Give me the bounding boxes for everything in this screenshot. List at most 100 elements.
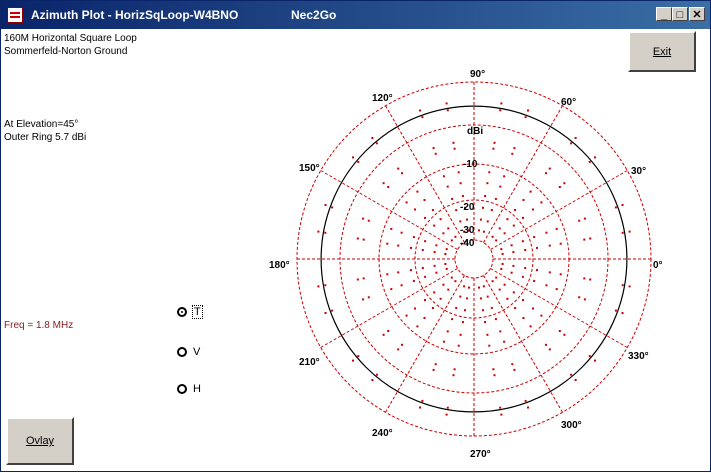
grid-dot (461, 321, 464, 323)
grid-dot (533, 236, 536, 239)
grid-dot (375, 142, 378, 145)
grid-dot (457, 171, 460, 174)
grid-dot (545, 284, 548, 287)
angle-label-120: 120° (372, 93, 393, 104)
grid-dot (397, 244, 400, 247)
grid-dot (527, 406, 529, 409)
main-window: Azimuth Plot - HorizSqLoop-W4BNO Nec2Go … (0, 0, 711, 472)
grid-dot (461, 195, 464, 197)
grid-dot (387, 330, 390, 332)
grid-dot (512, 291, 515, 294)
grid-dot (524, 116, 527, 119)
grid-dot (529, 190, 532, 193)
grid-dot (494, 318, 497, 321)
grid-dot (400, 231, 403, 234)
grid-dot (357, 355, 360, 358)
grid-dot (540, 314, 543, 317)
grid-dot (478, 286, 480, 289)
grid-dot (446, 406, 449, 409)
grid-dot (490, 209, 493, 212)
grid-dot (466, 297, 469, 300)
grid-dot (371, 137, 374, 139)
grid-dot (331, 206, 334, 209)
grid-dot (500, 248, 503, 251)
grid-dot (558, 186, 561, 188)
grid-dot (434, 152, 437, 155)
grid-dot (498, 227, 501, 230)
grid-dot (400, 284, 403, 287)
grid-dot (454, 235, 457, 238)
grid-dot (501, 263, 504, 265)
grid-dot (533, 279, 536, 282)
grid-dot (433, 264, 436, 267)
grid-dot (486, 333, 489, 336)
grid-dot (512, 264, 515, 267)
grid-dot (421, 399, 424, 402)
grid-dot (459, 220, 462, 223)
grid-dot (317, 230, 320, 233)
grid-dot (452, 374, 455, 377)
angle-labels: 0° 30° 60° 90° 120° 150° 180° 210° 240° 270° 300° 3… (269, 69, 663, 460)
grid-dot (510, 244, 513, 247)
grid-dot (500, 102, 503, 105)
grid-dot (412, 279, 415, 282)
grid-dot (545, 343, 547, 346)
grid-dot (432, 147, 435, 150)
grid-dot (511, 152, 514, 155)
grid-dot (452, 141, 455, 144)
grid-dot (362, 277, 365, 280)
grid-dot (414, 307, 416, 310)
grid-dot (583, 238, 586, 241)
grid-dot (416, 325, 419, 328)
grid-dot (423, 199, 426, 201)
grid-dot (382, 333, 385, 336)
grid-dot (490, 306, 493, 309)
pattern-trace (320, 105, 628, 413)
grid-dot (514, 307, 517, 309)
grid-dot (435, 244, 438, 247)
grid-dot (621, 284, 624, 287)
grid-dot (522, 317, 525, 319)
grid-dot (386, 242, 389, 245)
grid-dot (522, 299, 524, 302)
ring-label-2: -30 (460, 225, 475, 236)
grid-dot (453, 368, 456, 371)
grid-dot (536, 269, 538, 272)
grid-dot (435, 271, 438, 274)
grid-dot (521, 240, 524, 243)
grid-dot (386, 273, 389, 276)
grid-dot (574, 137, 577, 139)
grid-dot (488, 171, 491, 174)
grid-dot (594, 156, 596, 159)
grid-dot (499, 406, 502, 409)
grid-dot (356, 278, 359, 281)
grid-dot (548, 167, 551, 170)
grid-dot (447, 227, 450, 230)
grid-dot (433, 251, 436, 254)
grid-dot (484, 321, 487, 323)
grid-dot (451, 197, 454, 200)
grid-dot (357, 160, 360, 163)
grid-dot (434, 363, 437, 366)
grid-dot (451, 318, 454, 321)
grid-dot (482, 309, 484, 312)
grid-dot (548, 271, 551, 274)
grid-dot (499, 330, 502, 333)
grid-dot (512, 251, 515, 254)
grid-dot (548, 244, 551, 247)
grid-dot (548, 348, 551, 351)
grid-dot (513, 368, 516, 371)
grid-dot (479, 218, 482, 221)
grid-dot (558, 330, 561, 332)
angle-label-270: 270° (470, 449, 491, 460)
grid-dot (362, 298, 365, 301)
grid-dot (503, 175, 506, 178)
grid-dot (522, 199, 525, 201)
grid-dot (387, 186, 390, 188)
grid-dot (424, 216, 426, 219)
grid-dot (506, 297, 509, 300)
angle-label-240: 240° (372, 428, 393, 439)
grid-dot (424, 240, 427, 243)
grid-dot (583, 298, 586, 301)
grid-dot (482, 206, 484, 209)
